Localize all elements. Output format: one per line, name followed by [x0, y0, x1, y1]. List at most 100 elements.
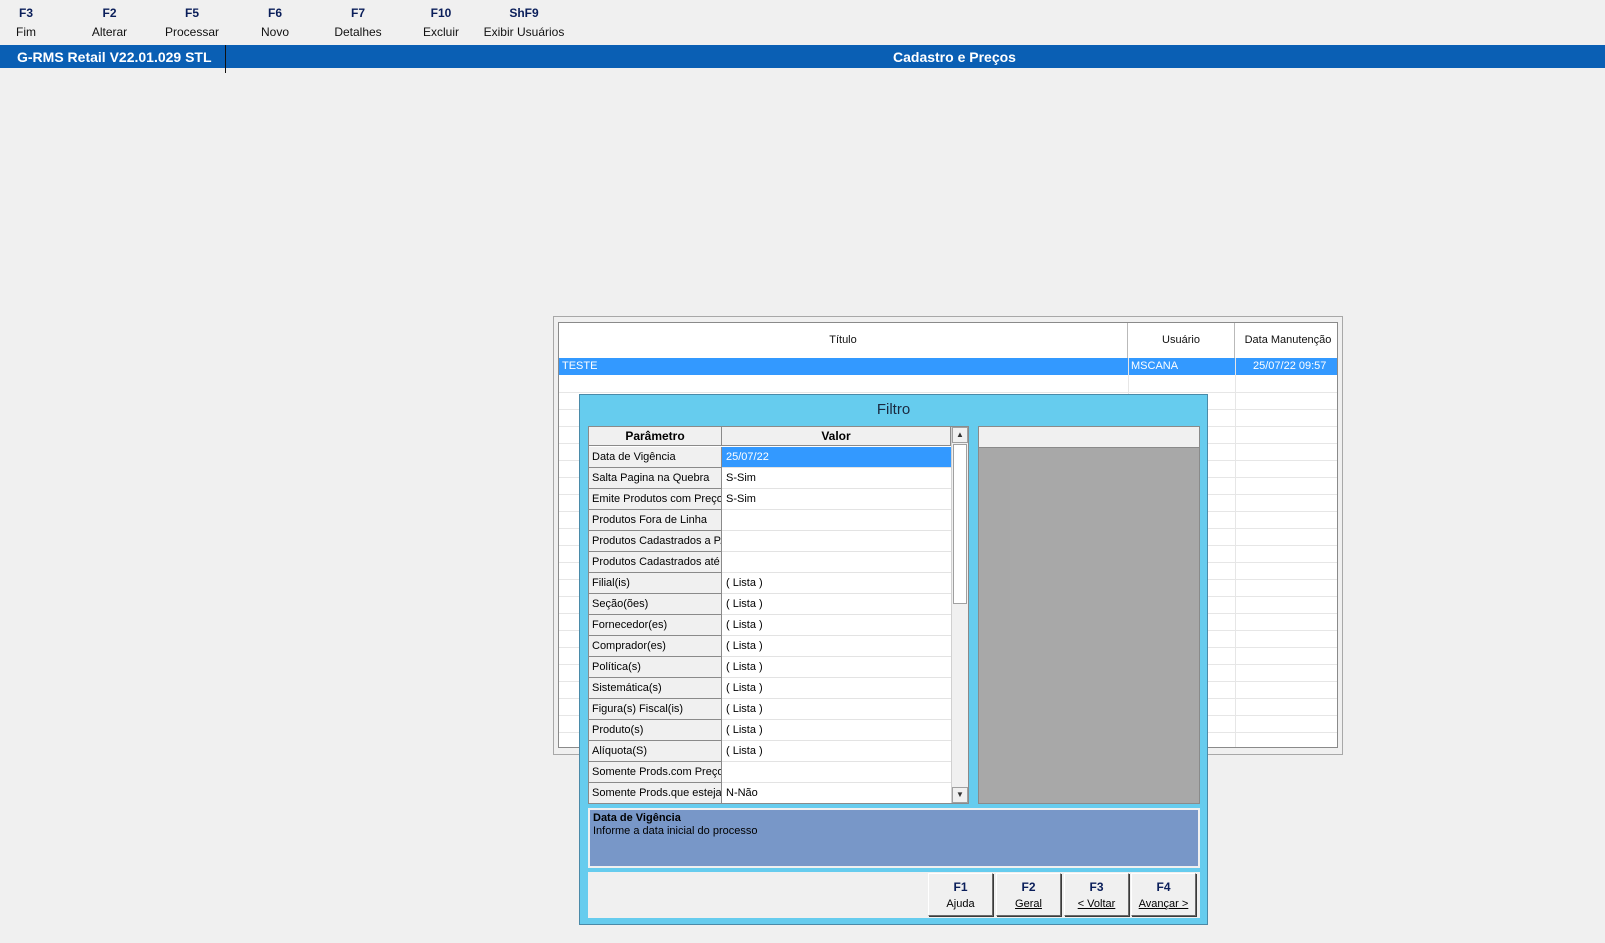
- module-title: Cadastro e Preços: [893, 49, 1016, 65]
- title-bar: G-RMS Retail V22.01.029 STL Cadastro e P…: [0, 45, 1605, 73]
- param-row-secoes[interactable]: Seção(ões) ( Lista ): [589, 594, 951, 615]
- avancar-button[interactable]: F4 Avançar >: [1131, 873, 1196, 916]
- title-separator: [225, 45, 226, 73]
- grid-row-line: [559, 392, 1337, 393]
- row-usuario-cell: MSCANA: [1131, 360, 1179, 372]
- list-preview-panel: [978, 426, 1200, 804]
- param-row-politicas[interactable]: Política(s) ( Lista ): [589, 657, 951, 678]
- ajuda-label: Ajuda: [946, 898, 975, 910]
- param-value-field[interactable]: 25/07/22: [722, 447, 951, 468]
- param-label: Produtos Cadastrados até: [589, 552, 722, 573]
- param-row-compradores[interactable]: Comprador(es) ( Lista ): [589, 636, 951, 657]
- param-value-field[interactable]: N-Não: [722, 783, 951, 803]
- param-row-figuras-fiscais[interactable]: Figura(s) Fiscal(is) ( Lista ): [589, 699, 951, 720]
- param-value-field[interactable]: [722, 762, 951, 783]
- param-label: Somente Prods.que esteja: [589, 783, 722, 803]
- help-text: Informe a data inicial do processo: [593, 825, 758, 837]
- fim-label: Fim: [16, 25, 36, 39]
- param-value-field[interactable]: ( Lista ): [722, 573, 951, 594]
- excluir-key: F10: [430, 6, 452, 20]
- col-usuario-header[interactable]: Usuário: [1128, 323, 1235, 358]
- param-row-somente-com-preco[interactable]: Somente Prods.com Preço: [589, 762, 951, 783]
- avancar-label: Avançar >: [1138, 898, 1189, 910]
- param-row-cadastrados-ate[interactable]: Produtos Cadastrados até: [589, 552, 951, 573]
- col-data-header[interactable]: Data Manutenção: [1235, 323, 1337, 358]
- voltar-button[interactable]: F3 < Voltar: [1064, 873, 1129, 916]
- ajuda-button[interactable]: F1 Ajuda: [928, 873, 993, 916]
- param-row-produtos[interactable]: Produto(s) ( Lista ): [589, 720, 951, 741]
- param-label: Produto(s): [589, 720, 722, 741]
- processar-button[interactable]: F5 Processar: [161, 0, 223, 45]
- fim-button[interactable]: F3 Fim: [6, 0, 46, 45]
- row-titulo-cell: TESTE: [562, 360, 598, 372]
- parameter-scrollbar[interactable]: ▲ ▼: [951, 427, 968, 803]
- filter-dialog: Filtro Parâmetro Valor Data de Vigência …: [579, 394, 1208, 925]
- detalhes-key: F7: [350, 6, 365, 20]
- param-row-somente-que-esteja[interactable]: Somente Prods.que esteja N-Não: [589, 783, 951, 803]
- scroll-thumb[interactable]: [953, 444, 967, 604]
- param-row-data-vigencia[interactable]: Data de Vigência 25/07/22: [589, 447, 951, 468]
- param-label: Sistemática(s): [589, 678, 722, 699]
- alterar-button[interactable]: F2 Alterar: [82, 0, 137, 45]
- ajuda-key: F1: [953, 880, 968, 894]
- param-value-field[interactable]: ( Lista ): [722, 615, 951, 636]
- param-value-field[interactable]: ( Lista ): [722, 720, 951, 741]
- excluir-button[interactable]: F10 Excluir: [414, 0, 468, 45]
- param-row-fora-linha[interactable]: Produtos Fora de Linha: [589, 510, 951, 531]
- geral-key: F2: [1021, 880, 1036, 894]
- param-value-field[interactable]: S-Sim: [722, 468, 951, 489]
- param-row-filiais[interactable]: Filial(is) ( Lista ): [589, 573, 951, 594]
- scroll-up-icon[interactable]: ▲: [952, 427, 968, 443]
- param-label: Somente Prods.com Preço: [589, 762, 722, 783]
- table-row[interactable]: TESTE MSCANA 25/07/22 09:57: [559, 358, 1337, 375]
- param-row-sistematicas[interactable]: Sistemática(s) ( Lista ): [589, 678, 951, 699]
- param-value-field[interactable]: ( Lista ): [722, 741, 951, 762]
- parameter-grid: Parâmetro Valor Data de Vigência 25/07/2…: [588, 426, 969, 804]
- param-column-header[interactable]: Parâmetro: [589, 427, 722, 446]
- param-value-field[interactable]: ( Lista ): [722, 699, 951, 720]
- exibir-usuarios-button[interactable]: ShF9 Exibir Usuários: [483, 0, 565, 45]
- param-value-field[interactable]: S-Sim: [722, 489, 951, 510]
- param-label: Alíquota(S): [589, 741, 722, 762]
- valor-column-header[interactable]: Valor: [722, 427, 951, 446]
- param-label: Comprador(es): [589, 636, 722, 657]
- help-title: Data de Vigência: [593, 812, 681, 824]
- param-row-salta-pagina[interactable]: Salta Pagina na Quebra S-Sim: [589, 468, 951, 489]
- param-row-cadastrados-a-partir[interactable]: Produtos Cadastrados a P.: [589, 531, 951, 552]
- detalhes-button[interactable]: F7 Detalhes: [330, 0, 386, 45]
- param-label: Produtos Fora de Linha: [589, 510, 722, 531]
- param-value-field[interactable]: ( Lista ): [722, 594, 951, 615]
- param-row-aliquotas[interactable]: Alíquota(S) ( Lista ): [589, 741, 951, 762]
- param-label: Data de Vigência: [589, 447, 722, 468]
- detalhes-label: Detalhes: [334, 25, 382, 39]
- processar-key: F5: [184, 6, 199, 20]
- param-value-field[interactable]: ( Lista ): [722, 636, 951, 657]
- param-label: Salta Pagina na Quebra: [589, 468, 722, 489]
- novo-label: Novo: [260, 25, 289, 39]
- filter-title: Filtro: [876, 401, 911, 418]
- param-label: Filial(is): [589, 573, 722, 594]
- novo-button[interactable]: F6 Novo: [251, 0, 299, 45]
- list-preview-header: [979, 427, 1199, 448]
- excluir-label: Excluir: [422, 25, 459, 39]
- param-value-field[interactable]: [722, 510, 951, 531]
- grid-column-line: [1235, 358, 1236, 747]
- geral-button[interactable]: F2 Geral: [996, 873, 1061, 916]
- avancar-key: F4: [1156, 880, 1171, 894]
- novo-key: F6: [267, 6, 282, 20]
- param-value-field[interactable]: [722, 531, 951, 552]
- param-value-field[interactable]: ( Lista ): [722, 657, 951, 678]
- geral-label: Geral: [1015, 898, 1042, 910]
- param-row-emite-produtos[interactable]: Emite Produtos com Preço S-Sim: [589, 489, 951, 510]
- row-data-cell: 25/07/22 09:57: [1253, 360, 1327, 372]
- param-value-field[interactable]: ( Lista ): [722, 678, 951, 699]
- voltar-key: F3: [1089, 880, 1104, 894]
- help-box: Data de Vigência Informe a data inicial …: [588, 808, 1200, 868]
- scroll-down-icon[interactable]: ▼: [952, 787, 968, 803]
- param-label: Seção(ões): [589, 594, 722, 615]
- processar-label: Processar: [164, 25, 220, 39]
- param-row-fornecedores[interactable]: Fornecedor(es) ( Lista ): [589, 615, 951, 636]
- col-titulo-header[interactable]: Título: [559, 323, 1128, 358]
- param-label: Emite Produtos com Preço: [589, 489, 722, 510]
- param-value-field[interactable]: [722, 552, 951, 573]
